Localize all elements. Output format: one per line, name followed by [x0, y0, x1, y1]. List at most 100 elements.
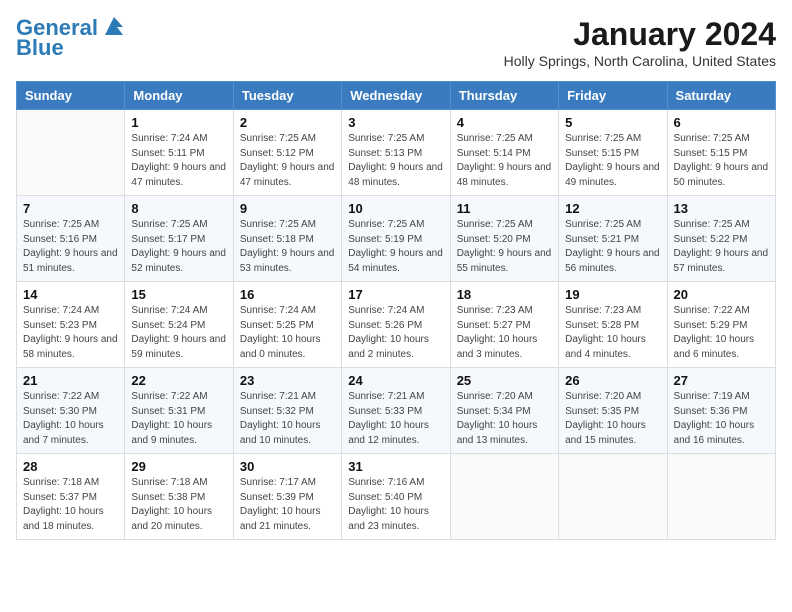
day-number: 10 [348, 201, 443, 216]
calendar-day-cell: 5 Sunrise: 7:25 AMSunset: 5:15 PMDaylight… [559, 110, 667, 196]
day-number: 22 [131, 373, 226, 388]
logo-icon [101, 13, 127, 39]
calendar-header-row: SundayMondayTuesdayWednesdayThursdayFrid… [17, 82, 776, 110]
calendar-day-cell: 15 Sunrise: 7:24 AMSunset: 5:24 PMDayligh… [125, 282, 233, 368]
day-number: 8 [131, 201, 226, 216]
day-number: 28 [23, 459, 118, 474]
day-number: 18 [457, 287, 552, 302]
calendar-day-cell: 29Sunrise: 7:18 AMSunset: 5:38 PMDayligh… [125, 454, 233, 540]
calendar-day-cell: 27 Sunrise: 7:19 AMSunset: 5:36 PMDayligh… [667, 368, 775, 454]
day-info: Sunrise: 7:24 AMSunset: 5:11 PMDaylight:… [131, 132, 226, 190]
day-number: 23 [240, 373, 335, 388]
day-info: Sunrise: 7:21 AMSunset: 5:32 PMDaylight:… [240, 390, 335, 448]
calendar-day-cell: 31 Sunrise: 7:16 AMSunset: 5:40 PMDayligh… [342, 454, 450, 540]
calendar-day-cell: 28 Sunrise: 7:18 AMSunset: 5:37 PMDayligh… [17, 454, 125, 540]
calendar-week-row: 7Sunrise: 7:25 AMSunset: 5:16 PMDaylight… [17, 196, 776, 282]
day-number: 3 [348, 115, 443, 130]
calendar-day-cell: 1 Sunrise: 7:24 AMSunset: 5:11 PMDaylight… [125, 110, 233, 196]
calendar-day-cell: 21 Sunrise: 7:22 AMSunset: 5:30 PMDayligh… [17, 368, 125, 454]
day-info: Sunrise: 7:22 AMSunset: 5:31 PMDaylight:… [131, 390, 226, 448]
calendar-day-cell [667, 454, 775, 540]
calendar-day-cell: 9 Sunrise: 7:25 AMSunset: 5:18 PMDaylight… [233, 196, 341, 282]
day-number: 6 [674, 115, 769, 130]
day-info: Sunrise: 7:18 AMSunset: 5:38 PMDaylight:… [131, 476, 226, 534]
day-number: 31 [348, 459, 443, 474]
day-number: 12 [565, 201, 660, 216]
day-number: 26 [565, 373, 660, 388]
day-info: Sunrise: 7:25 AMSunset: 5:21 PMDaylight:… [565, 218, 660, 276]
logo-blue: Blue [16, 35, 64, 60]
day-info: Sunrise: 7:25 AMSunset: 5:20 PMDaylight:… [457, 218, 552, 276]
title-block: January 2024 Holly Springs, North Caroli… [504, 16, 776, 69]
day-info: Sunrise: 7:24 AMSunset: 5:23 PMDaylight:… [23, 304, 118, 362]
day-info: Sunrise: 7:19 AMSunset: 5:36 PMDaylight:… [674, 390, 769, 448]
day-info: Sunrise: 7:20 AMSunset: 5:34 PMDaylight:… [457, 390, 552, 448]
location-title: Holly Springs, North Carolina, United St… [504, 53, 776, 69]
calendar-day-cell [559, 454, 667, 540]
calendar-day-cell: 17Sunrise: 7:24 AMSunset: 5:26 PMDayligh… [342, 282, 450, 368]
weekday-header: Saturday [667, 82, 775, 110]
calendar-day-cell: 12 Sunrise: 7:25 AMSunset: 5:21 PMDayligh… [559, 196, 667, 282]
day-number: 5 [565, 115, 660, 130]
calendar-day-cell: 26 Sunrise: 7:20 AMSunset: 5:35 PMDayligh… [559, 368, 667, 454]
day-info: Sunrise: 7:24 AMSunset: 5:25 PMDaylight:… [240, 304, 335, 362]
day-number: 9 [240, 201, 335, 216]
calendar-week-row: 1 Sunrise: 7:24 AMSunset: 5:11 PMDaylight… [17, 110, 776, 196]
day-info: Sunrise: 7:23 AMSunset: 5:27 PMDaylight:… [457, 304, 552, 362]
calendar-day-cell: 4 Sunrise: 7:25 AMSunset: 5:14 PMDaylight… [450, 110, 558, 196]
day-number: 30 [240, 459, 335, 474]
day-number: 11 [457, 201, 552, 216]
day-info: Sunrise: 7:25 AMSunset: 5:18 PMDaylight:… [240, 218, 335, 276]
calendar-day-cell [17, 110, 125, 196]
calendar-week-row: 21 Sunrise: 7:22 AMSunset: 5:30 PMDayligh… [17, 368, 776, 454]
day-number: 21 [23, 373, 118, 388]
day-number: 4 [457, 115, 552, 130]
day-number: 2 [240, 115, 335, 130]
calendar-week-row: 14 Sunrise: 7:24 AMSunset: 5:23 PMDayligh… [17, 282, 776, 368]
day-info: Sunrise: 7:25 AMSunset: 5:15 PMDaylight:… [565, 132, 660, 190]
calendar-day-cell: 11 Sunrise: 7:25 AMSunset: 5:20 PMDayligh… [450, 196, 558, 282]
day-number: 20 [674, 287, 769, 302]
day-number: 15 [131, 287, 226, 302]
day-number: 7 [23, 201, 118, 216]
weekday-header: Sunday [17, 82, 125, 110]
month-title: January 2024 [504, 16, 776, 53]
calendar-day-cell: 23 Sunrise: 7:21 AMSunset: 5:32 PMDayligh… [233, 368, 341, 454]
day-number: 16 [240, 287, 335, 302]
weekday-header: Friday [559, 82, 667, 110]
day-info: Sunrise: 7:22 AMSunset: 5:30 PMDaylight:… [23, 390, 118, 448]
calendar-day-cell: 24Sunrise: 7:21 AMSunset: 5:33 PMDayligh… [342, 368, 450, 454]
day-info: Sunrise: 7:25 AMSunset: 5:19 PMDaylight:… [348, 218, 443, 276]
calendar-day-cell: 8 Sunrise: 7:25 AMSunset: 5:17 PMDaylight… [125, 196, 233, 282]
day-info: Sunrise: 7:23 AMSunset: 5:28 PMDaylight:… [565, 304, 660, 362]
weekday-header: Tuesday [233, 82, 341, 110]
calendar-day-cell: 19 Sunrise: 7:23 AMSunset: 5:28 PMDayligh… [559, 282, 667, 368]
day-number: 27 [674, 373, 769, 388]
day-number: 14 [23, 287, 118, 302]
calendar-table: SundayMondayTuesdayWednesdayThursdayFrid… [16, 81, 776, 540]
calendar-day-cell: 20Sunrise: 7:22 AMSunset: 5:29 PMDayligh… [667, 282, 775, 368]
day-info: Sunrise: 7:25 AMSunset: 5:13 PMDaylight:… [348, 132, 443, 190]
day-info: Sunrise: 7:17 AMSunset: 5:39 PMDaylight:… [240, 476, 335, 534]
day-info: Sunrise: 7:25 AMSunset: 5:15 PMDaylight:… [674, 132, 769, 190]
logo: General Blue [16, 16, 127, 60]
calendar-day-cell: 18 Sunrise: 7:23 AMSunset: 5:27 PMDayligh… [450, 282, 558, 368]
day-info: Sunrise: 7:16 AMSunset: 5:40 PMDaylight:… [348, 476, 443, 534]
calendar-day-cell: 13Sunrise: 7:25 AMSunset: 5:22 PMDayligh… [667, 196, 775, 282]
day-info: Sunrise: 7:20 AMSunset: 5:35 PMDaylight:… [565, 390, 660, 448]
day-info: Sunrise: 7:18 AMSunset: 5:37 PMDaylight:… [23, 476, 118, 534]
calendar-day-cell: 2 Sunrise: 7:25 AMSunset: 5:12 PMDaylight… [233, 110, 341, 196]
calendar-day-cell: 30 Sunrise: 7:17 AMSunset: 5:39 PMDayligh… [233, 454, 341, 540]
day-info: Sunrise: 7:25 AMSunset: 5:14 PMDaylight:… [457, 132, 552, 190]
day-info: Sunrise: 7:24 AMSunset: 5:24 PMDaylight:… [131, 304, 226, 362]
weekday-header: Wednesday [342, 82, 450, 110]
calendar-day-cell: 25Sunrise: 7:20 AMSunset: 5:34 PMDayligh… [450, 368, 558, 454]
day-number: 19 [565, 287, 660, 302]
calendar-week-row: 28 Sunrise: 7:18 AMSunset: 5:37 PMDayligh… [17, 454, 776, 540]
page-header: General Blue January 2024 Holly Springs,… [16, 16, 776, 69]
day-info: Sunrise: 7:25 AMSunset: 5:17 PMDaylight:… [131, 218, 226, 276]
calendar-day-cell: 6 Sunrise: 7:25 AMSunset: 5:15 PMDaylight… [667, 110, 775, 196]
weekday-header: Monday [125, 82, 233, 110]
day-info: Sunrise: 7:25 AMSunset: 5:12 PMDaylight:… [240, 132, 335, 190]
day-number: 1 [131, 115, 226, 130]
